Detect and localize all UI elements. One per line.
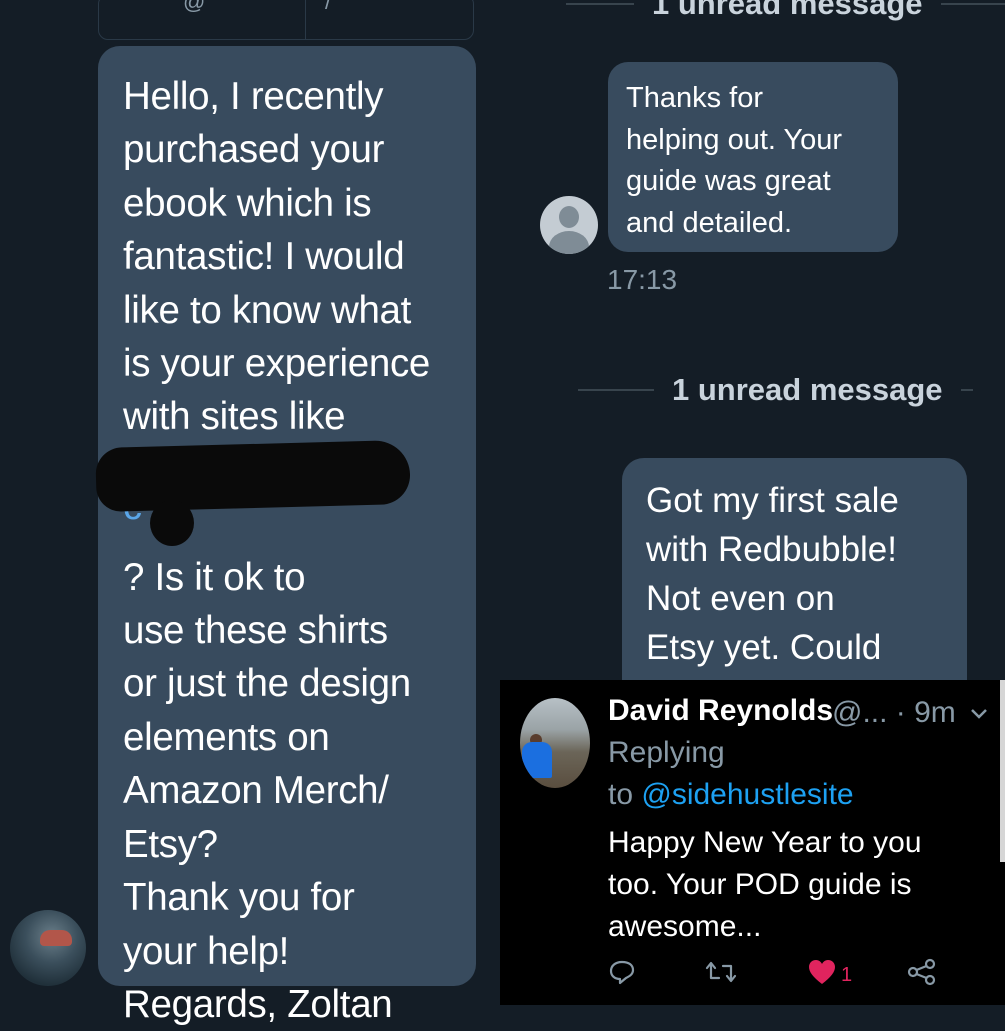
message-bubble-1: Thanks for helping out. Your guide was g… [608,62,898,252]
unread-divider-top: 1 unread message [566,0,1005,22]
heart-icon [809,960,835,984]
like-count: 1 [841,964,853,986]
unread-line-right [940,3,1005,5]
retweet-icon[interactable] [705,958,737,998]
tweet-author-name[interactable]: David Reynolds [608,694,833,728]
redaction-scribble-tail [150,500,194,546]
sender-avatar[interactable] [10,910,86,986]
input-divider [305,0,306,39]
placeholder-head [559,206,579,228]
unread-line-left [566,3,634,5]
avatar-person-jacket [522,742,552,778]
message-bubble-2: Got my first sale with Redbubble! Not ev… [622,458,967,698]
scrollbar-edge[interactable] [1000,680,1005,862]
replying-label: Replying [608,736,725,769]
placeholder-body [549,231,589,254]
message-1-text: Thanks for helping out. Your guide was g… [626,82,843,239]
chevron-down-icon[interactable] [970,703,988,726]
unread-divider-middle: 1 unread message [578,372,1005,408]
slash-glyph: / [325,0,332,14]
replying-to-line: to @sidehustlesite [608,778,854,812]
unread-line-right [960,389,973,391]
tweet-handle-time: @... · 9m [832,696,956,729]
tweet-body-text: Happy New Year to you too. Your POD guid… [608,826,922,943]
avatar-hat-detail [40,930,72,946]
mention-link[interactable]: @sidehustlesite [641,778,853,811]
message-2-text: Got my first sale with Redbubble! Not ev… [646,481,899,667]
top-input-fragment: @ / [98,0,474,40]
incoming-message-text: Hello, I recently purchased your ebook w… [123,75,431,1026]
tweet-author-avatar[interactable] [520,698,590,788]
unread-line-left [578,389,654,391]
like-button[interactable]: 1 [807,958,857,998]
share-icon[interactable] [906,958,936,998]
unread-label-middle: 1 unread message [672,372,943,407]
at-glyph: @ [183,0,206,14]
redaction-scribble [95,439,411,513]
user-placeholder-icon[interactable] [540,196,598,254]
message-1-time: 17:13 [607,264,678,295]
reply-icon[interactable] [608,958,636,998]
replying-to-word: to [608,778,634,811]
unread-label-top: 1 unread message [652,0,923,21]
